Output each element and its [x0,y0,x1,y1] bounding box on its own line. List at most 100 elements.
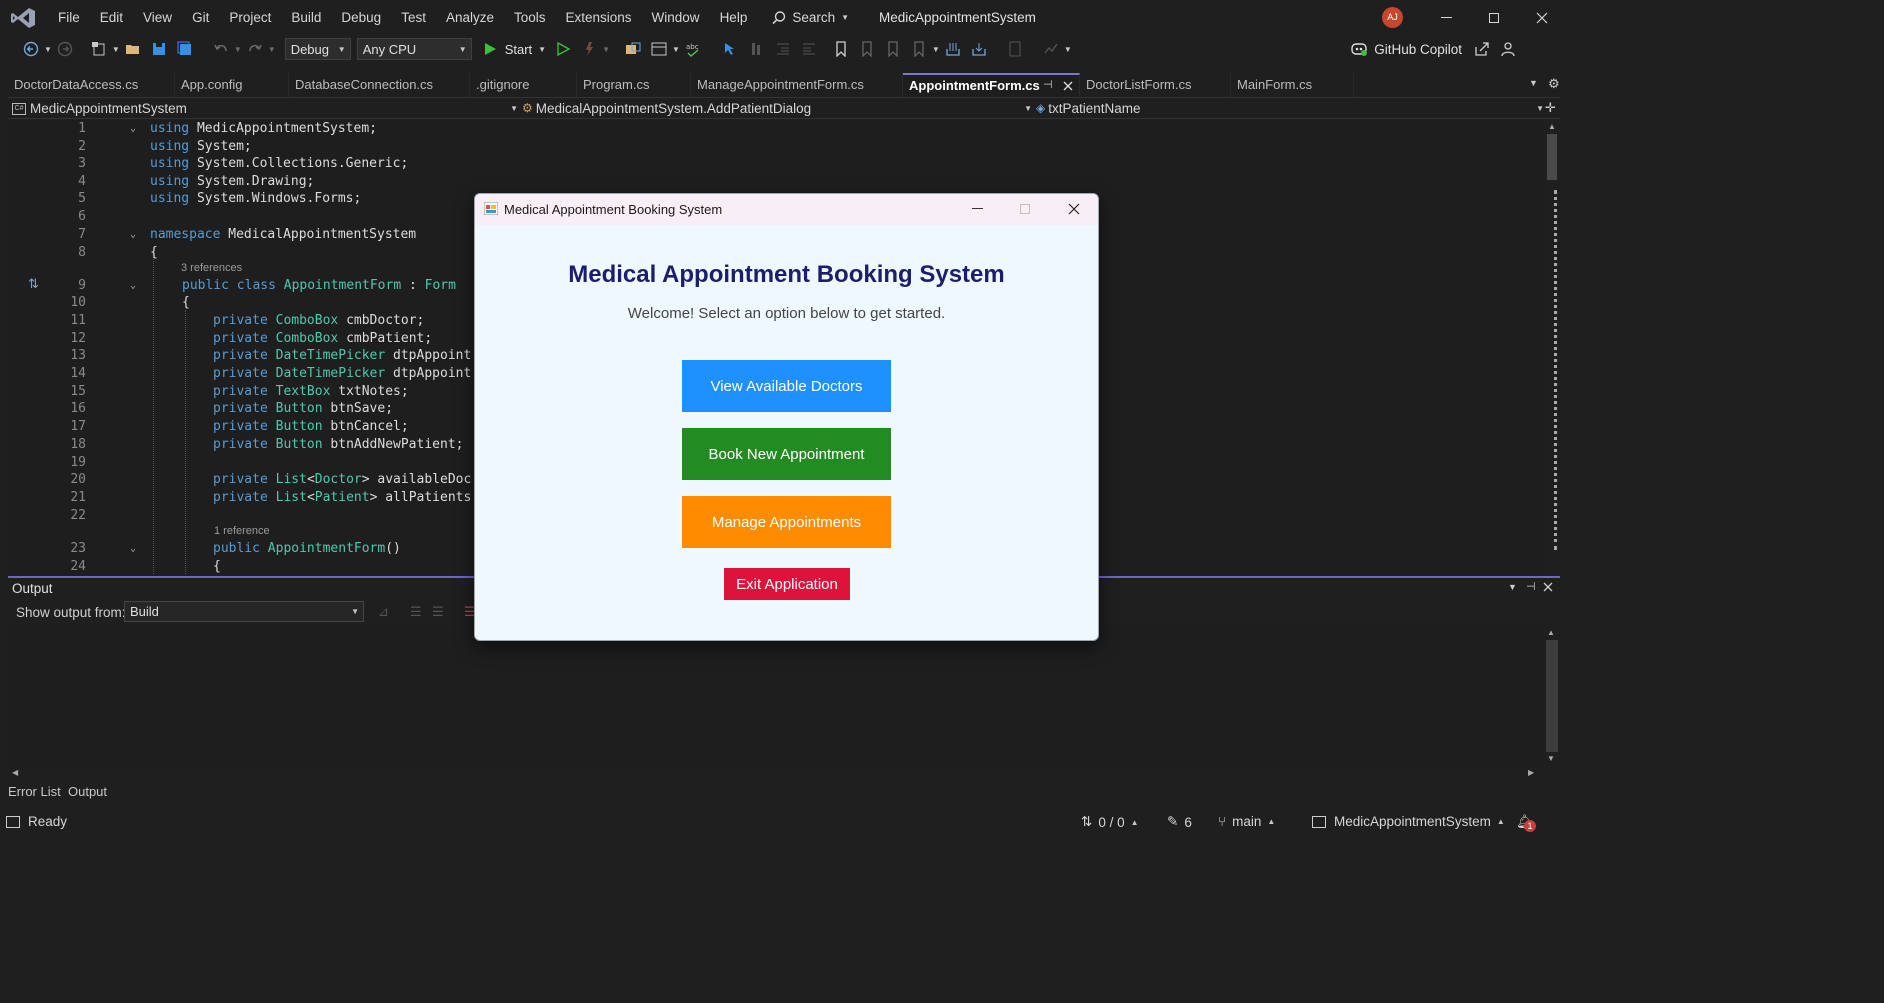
previous-message-icon[interactable]: ☰ [410,604,422,620]
dialog-maximize-button[interactable] [1020,204,1030,214]
chevron-down-icon[interactable]: ▼ [268,45,276,54]
visual-studio-logo-icon[interactable] [10,7,36,29]
status-repository[interactable]: MedicAppointmentSystem ▲ [1312,814,1505,829]
feedback-icon[interactable] [1500,41,1516,57]
dialog-minimize-button[interactable] [972,208,983,209]
chevron-down-icon[interactable]: ▼ [672,45,680,54]
diagnostics-icon[interactable] [1040,39,1062,59]
editor-vertical-scrollbar[interactable]: ▲ [1544,120,1560,575]
start-without-debugging-icon[interactable] [552,39,574,59]
scroll-left-icon[interactable]: ◀ [12,768,18,777]
github-copilot-button[interactable]: GitHub Copilot [1350,41,1516,57]
tab-manageappointmentform[interactable]: ManageAppointmentForm.cs [691,73,903,97]
status-changes[interactable]: ⇅ 0 / 0 ▲ [1081,814,1139,830]
menu-build[interactable]: Build [281,0,331,35]
select-element-icon[interactable] [720,39,742,59]
tab-doctorlistform[interactable]: DoctorListForm.cs [1080,73,1231,97]
menu-file[interactable]: File [48,0,90,35]
tab-mainform[interactable]: MainForm.cs [1231,73,1354,97]
chevron-down-icon[interactable]: ▼ [1064,45,1072,54]
output-vertical-scrollbar[interactable]: ▲ ▼ [1544,626,1560,768]
tab-gitignore[interactable]: .gitignore [470,73,577,97]
close-tab-icon[interactable] [1063,81,1073,91]
tab-databaseconnection[interactable]: DatabaseConnection.cs [289,73,470,97]
status-branch[interactable]: ⑂ main ▲ [1218,814,1275,829]
panel-dropdown-icon[interactable]: ▼ [1508,582,1517,592]
fold-chevron-icon[interactable]: ⌄ [130,120,136,138]
outdent-icon[interactable] [772,39,794,59]
fold-chevron-icon[interactable]: ⌄ [130,277,136,295]
tab-app-config[interactable]: App.config [175,73,289,97]
bookmark-icon[interactable] [830,39,852,59]
scroll-up-icon[interactable]: ▲ [1547,628,1555,637]
align-icon[interactable] [746,39,768,59]
previous-bookmark-icon[interactable] [856,39,878,59]
close-icon[interactable] [1543,582,1553,592]
avatar[interactable]: AJ [1382,7,1403,28]
document-icon[interactable] [1004,39,1026,59]
codelens-references[interactable]: 3 references [181,262,242,274]
chevron-down-icon[interactable]: ▼ [602,45,610,54]
menu-analyze[interactable]: Analyze [436,0,504,35]
start-button[interactable]: Start ▼ [483,42,546,57]
scroll-down-icon[interactable]: ▼ [1547,754,1555,763]
view-available-doctors-button[interactable]: View Available Doctors [682,360,891,412]
tab-output[interactable]: Output [68,784,107,799]
member-dropdown[interactable]: ◈ txtPatientName ▼ [1036,98,1544,119]
chevron-down-icon[interactable]: ▼ [44,45,52,54]
save-icon[interactable] [148,39,170,59]
maximize-button[interactable] [1470,0,1518,35]
dialog-close-icon[interactable] [1068,203,1080,215]
menu-view[interactable]: View [133,0,182,35]
navigate-forward-icon[interactable] [54,39,76,59]
tab-error-list[interactable]: Error List [8,784,61,799]
dialog-title-bar[interactable]: Medical Appointment Booking System [475,194,1098,225]
project-dropdown[interactable]: C# MedicAppointmentSystem ▼ [12,98,518,119]
find-message-icon[interactable]: ⊿ [378,604,389,620]
browse-icon[interactable] [622,39,644,59]
next-bookmark-icon[interactable] [882,39,904,59]
output-source-select[interactable]: Build ▼ [124,601,364,622]
menu-edit[interactable]: Edit [90,0,133,35]
split-editor-icon[interactable]: ✛ [1545,100,1556,116]
tab-appointmentform[interactable]: AppointmentForm.cs ⊣ [903,73,1080,97]
output-text-area[interactable] [8,626,1544,768]
next-message-icon[interactable]: ☰ [432,604,444,620]
configuration-select[interactable]: Debug ▼ [284,38,351,60]
menu-git[interactable]: Git [182,0,219,35]
indent-icon[interactable] [798,39,820,59]
pin-icon[interactable]: ⊣ [1526,580,1536,593]
download-all-icon[interactable] [968,39,990,59]
spell-check-icon[interactable]: abc [682,39,704,59]
new-project-icon[interactable] [88,39,110,59]
tab-list-dropdown-icon[interactable]: ▼ [1529,78,1538,88]
type-dropdown[interactable]: ⚙ MedicalAppointmentSystem.AddPatientDia… [522,98,1032,119]
chevron-down-icon[interactable]: ▼ [932,45,940,54]
navigate-back-icon[interactable] [20,39,42,59]
close-button[interactable] [1518,0,1566,35]
chevron-down-icon[interactable]: ▼ [112,45,120,54]
menu-help[interactable]: Help [710,0,758,35]
scroll-up-icon[interactable]: ▲ [1548,122,1556,131]
exit-application-button[interactable]: Exit Application [724,568,850,600]
gear-icon[interactable]: ⚙ [1548,76,1560,92]
platform-select[interactable]: Any CPU ▼ [356,38,472,60]
tab-program[interactable]: Program.cs [577,73,691,97]
open-folder-icon[interactable] [122,39,144,59]
fold-chevron-icon[interactable]: ⌄ [130,226,136,244]
undo-icon[interactable] [210,39,232,59]
minimize-button[interactable] [1422,0,1470,35]
chevron-down-icon[interactable]: ▼ [234,45,242,54]
download-icon[interactable] [942,39,964,59]
redo-icon[interactable] [244,39,266,59]
tab-doctordataaccess[interactable]: DoctorDataAccess.cs [8,73,175,97]
clear-bookmarks-icon[interactable] [908,39,930,59]
menu-tools[interactable]: Tools [504,0,556,35]
scrollbar-thumb[interactable] [1546,640,1558,752]
menu-test[interactable]: Test [391,0,436,35]
scrollbar-thumb[interactable] [1547,134,1557,180]
search-button[interactable]: Search ▼ [771,10,849,26]
codelens-references[interactable]: 1 reference [214,525,270,537]
menu-window[interactable]: Window [642,0,710,35]
fold-chevron-icon[interactable]: ⌄ [130,540,136,558]
